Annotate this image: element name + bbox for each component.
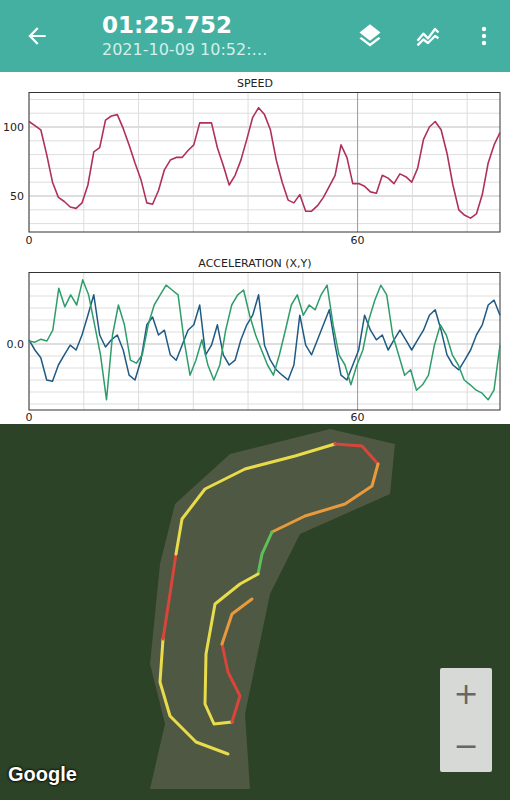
grid-line <box>29 182 500 183</box>
x-tick: 0 <box>26 234 33 247</box>
grid-line <box>29 223 500 224</box>
plot-frame <box>29 93 500 233</box>
lap-time: 01:25.752 <box>102 11 356 39</box>
acceleration-line <box>29 280 500 400</box>
grid-line <box>29 392 500 393</box>
grid-line <box>357 92 358 232</box>
grid-line <box>248 272 249 410</box>
grid-line <box>357 272 358 410</box>
track-segment <box>176 444 335 554</box>
track-segment <box>335 444 378 464</box>
layers-button[interactable] <box>356 22 384 50</box>
track-segment <box>222 644 240 722</box>
y-tick: 0.0 <box>7 338 25 351</box>
grid-line <box>83 92 84 232</box>
grid-line <box>302 92 303 232</box>
track-map[interactable]: + − Google <box>0 424 510 800</box>
chart-title: ACCELERATION (X,Y) <box>0 256 510 272</box>
more-vert-icon <box>472 22 496 50</box>
acceleration-chart: ACCELERATION (X,Y) 0.0 0 60 <box>0 248 510 424</box>
zoom-in-button[interactable]: + <box>440 668 492 720</box>
back-arrow-icon <box>24 23 50 49</box>
track-segment <box>160 639 228 754</box>
more-button[interactable] <box>472 22 496 50</box>
grid-line <box>302 272 303 410</box>
grid-line <box>29 296 500 297</box>
map-canvas <box>0 424 510 789</box>
acceleration-plot[interactable]: 0.0 0 60 <box>0 272 510 424</box>
grid-line <box>29 140 500 141</box>
toolbar-actions <box>356 22 496 50</box>
grid-line <box>29 196 500 197</box>
grid-line <box>193 272 194 410</box>
speed-plot[interactable]: 100 50 0 60 <box>0 92 510 248</box>
grid-line <box>29 154 500 155</box>
google-logo: Google <box>8 763 77 786</box>
track-segment <box>272 464 378 532</box>
zoom-out-button[interactable]: − <box>440 720 492 772</box>
grid-line <box>138 272 139 410</box>
grid-line <box>29 284 500 285</box>
lap-screen: 01:25.752 2021-10-09 10:52:… SPEED 100 50… <box>0 0 510 800</box>
app-bar: 01:25.752 2021-10-09 10:52:… <box>0 0 510 72</box>
grid-line <box>467 272 468 410</box>
track-segment <box>258 532 272 574</box>
x-tick: 0 <box>26 411 33 424</box>
grid-line <box>29 404 500 405</box>
grid-line <box>138 92 139 232</box>
grid-line <box>412 272 413 410</box>
title-block: 01:25.752 2021-10-09 10:52:… <box>102 11 356 61</box>
plot-frame <box>29 273 500 411</box>
grid-line <box>29 320 500 321</box>
track-segment <box>205 574 258 724</box>
circuit-area <box>150 429 395 789</box>
grid-line <box>29 168 500 169</box>
grid-line <box>412 92 413 232</box>
grid-line <box>248 92 249 232</box>
x-tick: 60 <box>351 411 365 424</box>
track-segment <box>222 599 252 644</box>
chart-title: SPEED <box>0 76 510 92</box>
y-tick: 50 <box>10 190 24 203</box>
session-date: 2021-10-09 10:52:… <box>102 39 356 61</box>
layers-icon <box>356 22 384 50</box>
speed-chart: SPEED 100 50 0 60 <box>0 72 510 248</box>
grid-line <box>29 209 500 210</box>
grid-line <box>29 380 500 381</box>
grid-line <box>29 308 500 309</box>
grid-line <box>193 92 194 232</box>
grid-line <box>467 92 468 232</box>
y-tick: 100 <box>3 121 24 134</box>
line-chart-icon <box>414 22 442 50</box>
grid-line <box>83 272 84 410</box>
zoom-controls: + − <box>440 668 492 772</box>
grid-line <box>29 99 500 100</box>
x-tick: 60 <box>351 234 365 247</box>
speed-line <box>29 108 500 218</box>
back-button[interactable] <box>24 23 50 49</box>
satellite-image <box>0 424 510 789</box>
track-segment <box>163 554 176 639</box>
compare-button[interactable] <box>414 22 442 50</box>
